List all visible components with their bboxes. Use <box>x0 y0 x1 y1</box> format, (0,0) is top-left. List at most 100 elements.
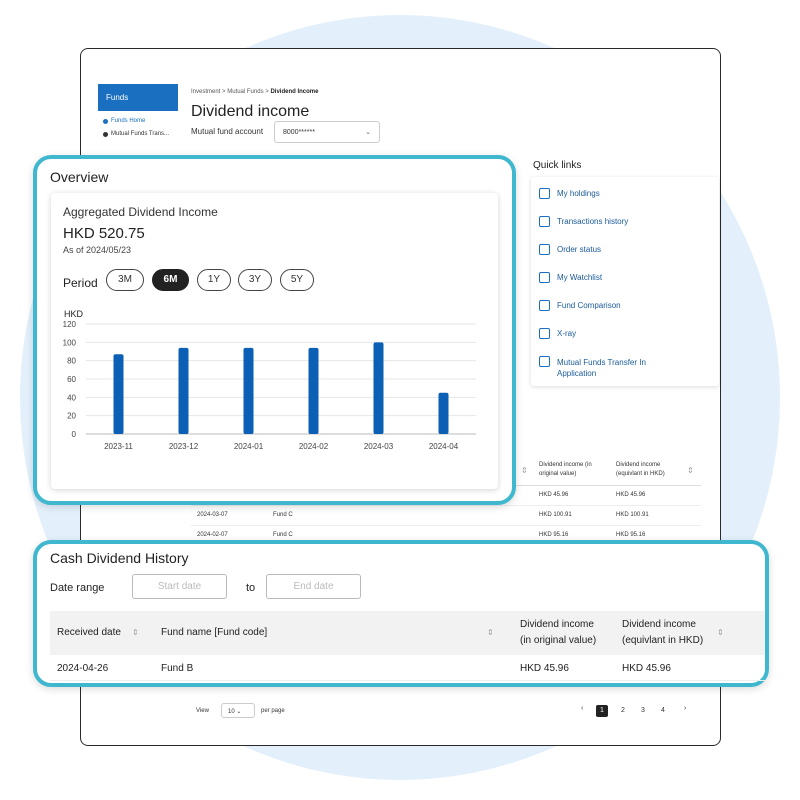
cell-orig: HKD 45.96 <box>520 663 569 674</box>
breadcrumb-mutual-funds[interactable]: Mutual Funds <box>227 89 263 95</box>
period-3m-button[interactable]: 3M <box>106 269 144 291</box>
sidebar-item-label: Mutual Funds Trans... <box>111 131 170 137</box>
sort-icon[interactable]: ⇕ <box>717 625 724 640</box>
period-label: Period <box>63 276 98 290</box>
sidebar-item-mutual-funds-transfer[interactable]: Mutual Funds Trans... <box>98 124 178 137</box>
chevron-down-icon: ⌄ <box>365 129 371 136</box>
overview-title: Overview <box>50 169 109 185</box>
sidebar: Funds Funds Home Mutual Funds Trans... <box>98 84 178 137</box>
prev-page-button[interactable]: ‹ <box>581 705 583 712</box>
page-1-button[interactable]: 1 <box>596 705 608 717</box>
cell-date: 2024-04-26 <box>57 663 109 674</box>
cell-hkd: HKD 45.96 <box>622 663 671 674</box>
cell-hkd: HKD 45.96 <box>616 492 646 498</box>
sort-icon[interactable]: ⇕ <box>487 625 494 640</box>
quick-link-order-status[interactable]: Order status <box>539 244 719 263</box>
quick-link-fund-comparison[interactable]: Fund Comparison <box>539 300 719 319</box>
cash-dividend-title: Cash Dividend History <box>50 550 189 566</box>
page-2-button[interactable]: 2 <box>617 705 629 717</box>
per-page-label: per page <box>261 708 285 714</box>
header-div-orig-line2: (in original value) <box>520 635 597 646</box>
chart-bars <box>113 342 449 434</box>
header-div-hkd-line1: Dividend income <box>622 619 696 630</box>
transfer-arrows-icon <box>539 356 550 367</box>
x-tick-label: 2023-12 <box>169 442 199 451</box>
x-tick-label: 2024-03 <box>364 442 394 451</box>
date-range-label: Date range <box>50 582 105 594</box>
overview-panel: Overview Aggregated Dividend Income HKD … <box>33 155 516 505</box>
transactions-icon <box>539 216 550 227</box>
header-received-date[interactable]: Received date <box>57 625 121 640</box>
date-range-to-label: to <box>246 582 256 594</box>
period-1y-button[interactable]: 1Y <box>197 269 231 291</box>
cell-orig: HKD 45.96 <box>539 492 569 498</box>
account-label: Mutual fund account <box>191 127 264 136</box>
quick-link-label: X-ray <box>557 329 577 338</box>
quick-link-label: My holdings <box>557 189 600 198</box>
period-6m-button[interactable]: 6M <box>152 269 189 291</box>
x-tick-label: 2024-01 <box>234 442 264 451</box>
view-label: View <box>196 708 209 714</box>
sidebar-item-funds-home[interactable]: Funds Home <box>98 111 178 124</box>
sort-icon[interactable]: ⇕ <box>521 466 528 475</box>
y-tick-label: 0 <box>72 430 77 439</box>
holdings-chart-icon <box>539 188 550 199</box>
per-page-value: 10 <box>228 709 235 715</box>
sort-icon[interactable]: ⇕ <box>132 625 139 640</box>
quick-link-my-holdings[interactable]: My holdings <box>539 188 719 207</box>
quick-link-label: Fund Comparison <box>557 301 621 310</box>
x-tick-label: 2024-04 <box>429 442 459 451</box>
page-4-button[interactable]: 4 <box>657 705 669 717</box>
sort-icon[interactable]: ⇕ <box>687 466 694 475</box>
breadcrumb-investment[interactable]: Investment <box>191 89 220 95</box>
cell-orig: HKD 100.91 <box>539 512 572 518</box>
quick-link-label: Transactions history <box>557 217 629 226</box>
header-div-hkd-line2: (equivlant in HKD) <box>622 635 704 646</box>
quick-link-transactions-history[interactable]: Transactions history <box>539 216 719 235</box>
page-3-button[interactable]: 3 <box>637 705 649 717</box>
next-page-button[interactable]: › <box>684 705 686 712</box>
end-date-input[interactable]: End date <box>266 574 361 599</box>
table-row[interactable]: 2024-03-07 Fund C HKD 100.91 HKD 100.91 <box>191 506 701 526</box>
period-5y-button[interactable]: 5Y <box>280 269 314 291</box>
bar-2024-02[interactable] <box>308 347 319 434</box>
cell-hkd: HKD 100.91 <box>616 512 649 518</box>
sidebar-header[interactable]: Funds <box>98 84 178 111</box>
y-tick-label: 20 <box>67 412 76 421</box>
header-div-orig-line1: Dividend income <box>520 619 594 630</box>
y-axis-label: HKD <box>64 309 84 319</box>
y-tick-label: 80 <box>67 357 76 366</box>
quick-link-label: Mutual Funds Transfer In Application <box>557 358 646 378</box>
cell-fund: Fund C <box>273 532 293 538</box>
order-status-icon <box>539 244 550 255</box>
bar-2024-03[interactable] <box>373 342 384 434</box>
bar-2023-11[interactable] <box>113 354 124 434</box>
bullet-icon <box>103 131 108 137</box>
bar-2023-12[interactable] <box>178 347 189 434</box>
cash-dividend-panel: Cash Dividend History Date range Start d… <box>33 540 769 687</box>
chevron-down-icon: ⌄ <box>236 709 242 715</box>
sidebar-item-label: Funds Home <box>111 118 146 124</box>
start-date-input[interactable]: Start date <box>132 574 227 599</box>
y-tick-label: 120 <box>63 320 77 329</box>
aggregated-value: HKD 520.75 <box>63 225 145 242</box>
fund-comparison-icon <box>539 300 550 311</box>
per-page-select[interactable]: 10 ⌄ <box>221 703 255 718</box>
quick-link-my-watchlist[interactable]: My Watchlist <box>539 272 719 291</box>
page-title: Dividend income <box>191 103 310 120</box>
quick-link-transfer-in-application[interactable]: Mutual Funds Transfer In Application <box>539 356 719 383</box>
account-select[interactable]: 8000****** ⌄ <box>274 121 380 143</box>
header-fund-name[interactable]: Fund name [Fund code] <box>161 625 267 640</box>
quick-link-xray[interactable]: X-ray <box>539 328 719 347</box>
period-3y-button[interactable]: 3Y <box>238 269 272 291</box>
table-row[interactable]: 2024-04-26 Fund B HKD 45.96 HKD 45.96 <box>50 655 765 681</box>
account-value: 8000****** <box>283 129 315 136</box>
quick-links-title: Quick links <box>533 160 582 171</box>
bar-2024-04[interactable] <box>438 392 449 434</box>
x-tick-label: 2023-11 <box>104 442 133 451</box>
breadcrumb: Investment > Mutual Funds > Dividend Inc… <box>191 89 318 95</box>
cell-date: 2024-02-07 <box>197 532 228 538</box>
bar-2024-01[interactable] <box>243 347 254 434</box>
breadcrumb-current: Dividend Income <box>270 89 319 95</box>
quick-link-label: Order status <box>557 245 602 254</box>
